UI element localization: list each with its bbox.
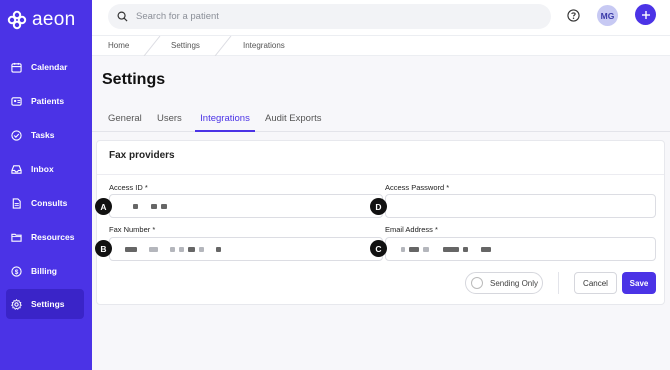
email-address-label: Email Address * — [385, 225, 438, 234]
sidebar: aeon Calendar Patients Tasks Inbox Consu… — [0, 0, 92, 370]
masked-value — [170, 246, 175, 252]
access-id-label: Access ID * — [109, 183, 148, 192]
tab-audit-exports[interactable]: Audit Exports — [265, 113, 322, 132]
divider — [558, 272, 559, 294]
access-id-field[interactable] — [109, 194, 383, 218]
fax-number-field[interactable] — [109, 237, 383, 261]
marker-c: C — [370, 240, 387, 257]
sidebar-item-label: Inbox — [31, 164, 54, 174]
masked-value — [188, 246, 195, 252]
marker-a: A — [95, 198, 112, 215]
breadcrumb-separator — [143, 36, 161, 56]
plus-icon — [641, 10, 650, 19]
masked-value — [401, 246, 405, 252]
fax-providers-card: Fax providers Access ID * Access Passwor… — [95, 140, 665, 305]
toggle-knob — [471, 277, 483, 289]
consults-icon — [12, 197, 21, 209]
toggle-label: Sending Only — [490, 278, 539, 288]
masked-value — [481, 246, 491, 252]
sidebar-item-tasks[interactable]: Tasks — [6, 120, 84, 150]
masked-value — [149, 246, 158, 252]
sidebar-item-label: Tasks — [31, 130, 55, 140]
marker-d: D — [370, 198, 387, 215]
user-avatar[interactable]: MG — [597, 5, 618, 26]
search-bar[interactable] — [108, 4, 551, 29]
masked-value — [151, 203, 157, 209]
tab-integrations[interactable]: Integrations — [195, 113, 255, 132]
folder-icon — [11, 233, 22, 242]
top-bar: MG — [92, 0, 670, 36]
sidebar-item-resources[interactable]: Resources — [6, 222, 84, 252]
sidebar-item-label: Billing — [31, 266, 57, 276]
sidebar-item-calendar[interactable]: Calendar — [6, 52, 84, 82]
page-title: Settings — [102, 71, 166, 88]
access-password-label: Access Password * — [385, 183, 450, 192]
breadcrumb: Home Settings Integrations — [92, 36, 670, 56]
tab-general[interactable]: General — [108, 113, 142, 132]
logo[interactable]: aeon — [7, 9, 75, 31]
tab-users[interactable]: Users — [157, 113, 182, 132]
divider — [97, 174, 664, 175]
masked-value — [125, 246, 137, 252]
calendar-icon — [11, 62, 22, 73]
sidebar-item-label: Consults — [31, 198, 68, 208]
sidebar-item-label: Patients — [31, 96, 65, 106]
access-password-field[interactable] — [385, 194, 656, 218]
patients-icon — [11, 96, 22, 106]
search-icon — [117, 11, 128, 22]
save-button[interactable]: Save — [622, 272, 656, 294]
sidebar-item-consults[interactable]: Consults — [6, 188, 84, 218]
masked-value — [463, 246, 468, 252]
breadcrumb-integrations: Integrations — [243, 41, 285, 50]
gear-icon — [11, 298, 22, 310]
masked-value — [423, 246, 429, 252]
add-button[interactable] — [635, 4, 656, 25]
breadcrumb-separator — [214, 36, 232, 56]
inbox-icon — [11, 164, 22, 174]
masked-value — [443, 246, 459, 252]
settings-tabs: General Users Integrations Audit Exports — [92, 107, 670, 132]
sidebar-item-inbox[interactable]: Inbox — [6, 154, 84, 184]
brand-name: aeon — [32, 9, 76, 30]
masked-value — [133, 203, 138, 209]
svg-text:$: $ — [15, 268, 19, 275]
sidebar-item-label: Calendar — [31, 62, 68, 72]
sidebar-item-settings[interactable]: Settings — [6, 289, 84, 319]
masked-value — [409, 246, 419, 252]
billing-icon: $ — [11, 265, 22, 277]
help-icon[interactable] — [567, 9, 580, 22]
masked-value — [161, 203, 167, 209]
aeon-logo-icon — [7, 10, 27, 30]
sending-only-toggle[interactable]: Sending Only — [465, 272, 543, 294]
sidebar-item-label: Settings — [31, 299, 65, 309]
sidebar-item-patients[interactable]: Patients — [6, 86, 84, 116]
masked-value — [199, 246, 204, 252]
sidebar-item-label: Resources — [31, 232, 75, 242]
marker-b: B — [95, 240, 112, 257]
patient-search-input[interactable] — [136, 11, 516, 22]
sidebar-item-billing[interactable]: $ Billing — [6, 256, 84, 286]
card-title: Fax providers — [109, 150, 175, 161]
email-address-field[interactable] — [385, 237, 656, 261]
breadcrumb-settings[interactable]: Settings — [171, 41, 200, 50]
fax-number-label: Fax Number * — [109, 225, 156, 234]
cancel-button[interactable]: Cancel — [574, 272, 617, 294]
masked-value — [216, 246, 221, 252]
tasks-icon — [11, 129, 22, 141]
masked-value — [179, 246, 184, 252]
breadcrumb-home[interactable]: Home — [108, 41, 129, 50]
